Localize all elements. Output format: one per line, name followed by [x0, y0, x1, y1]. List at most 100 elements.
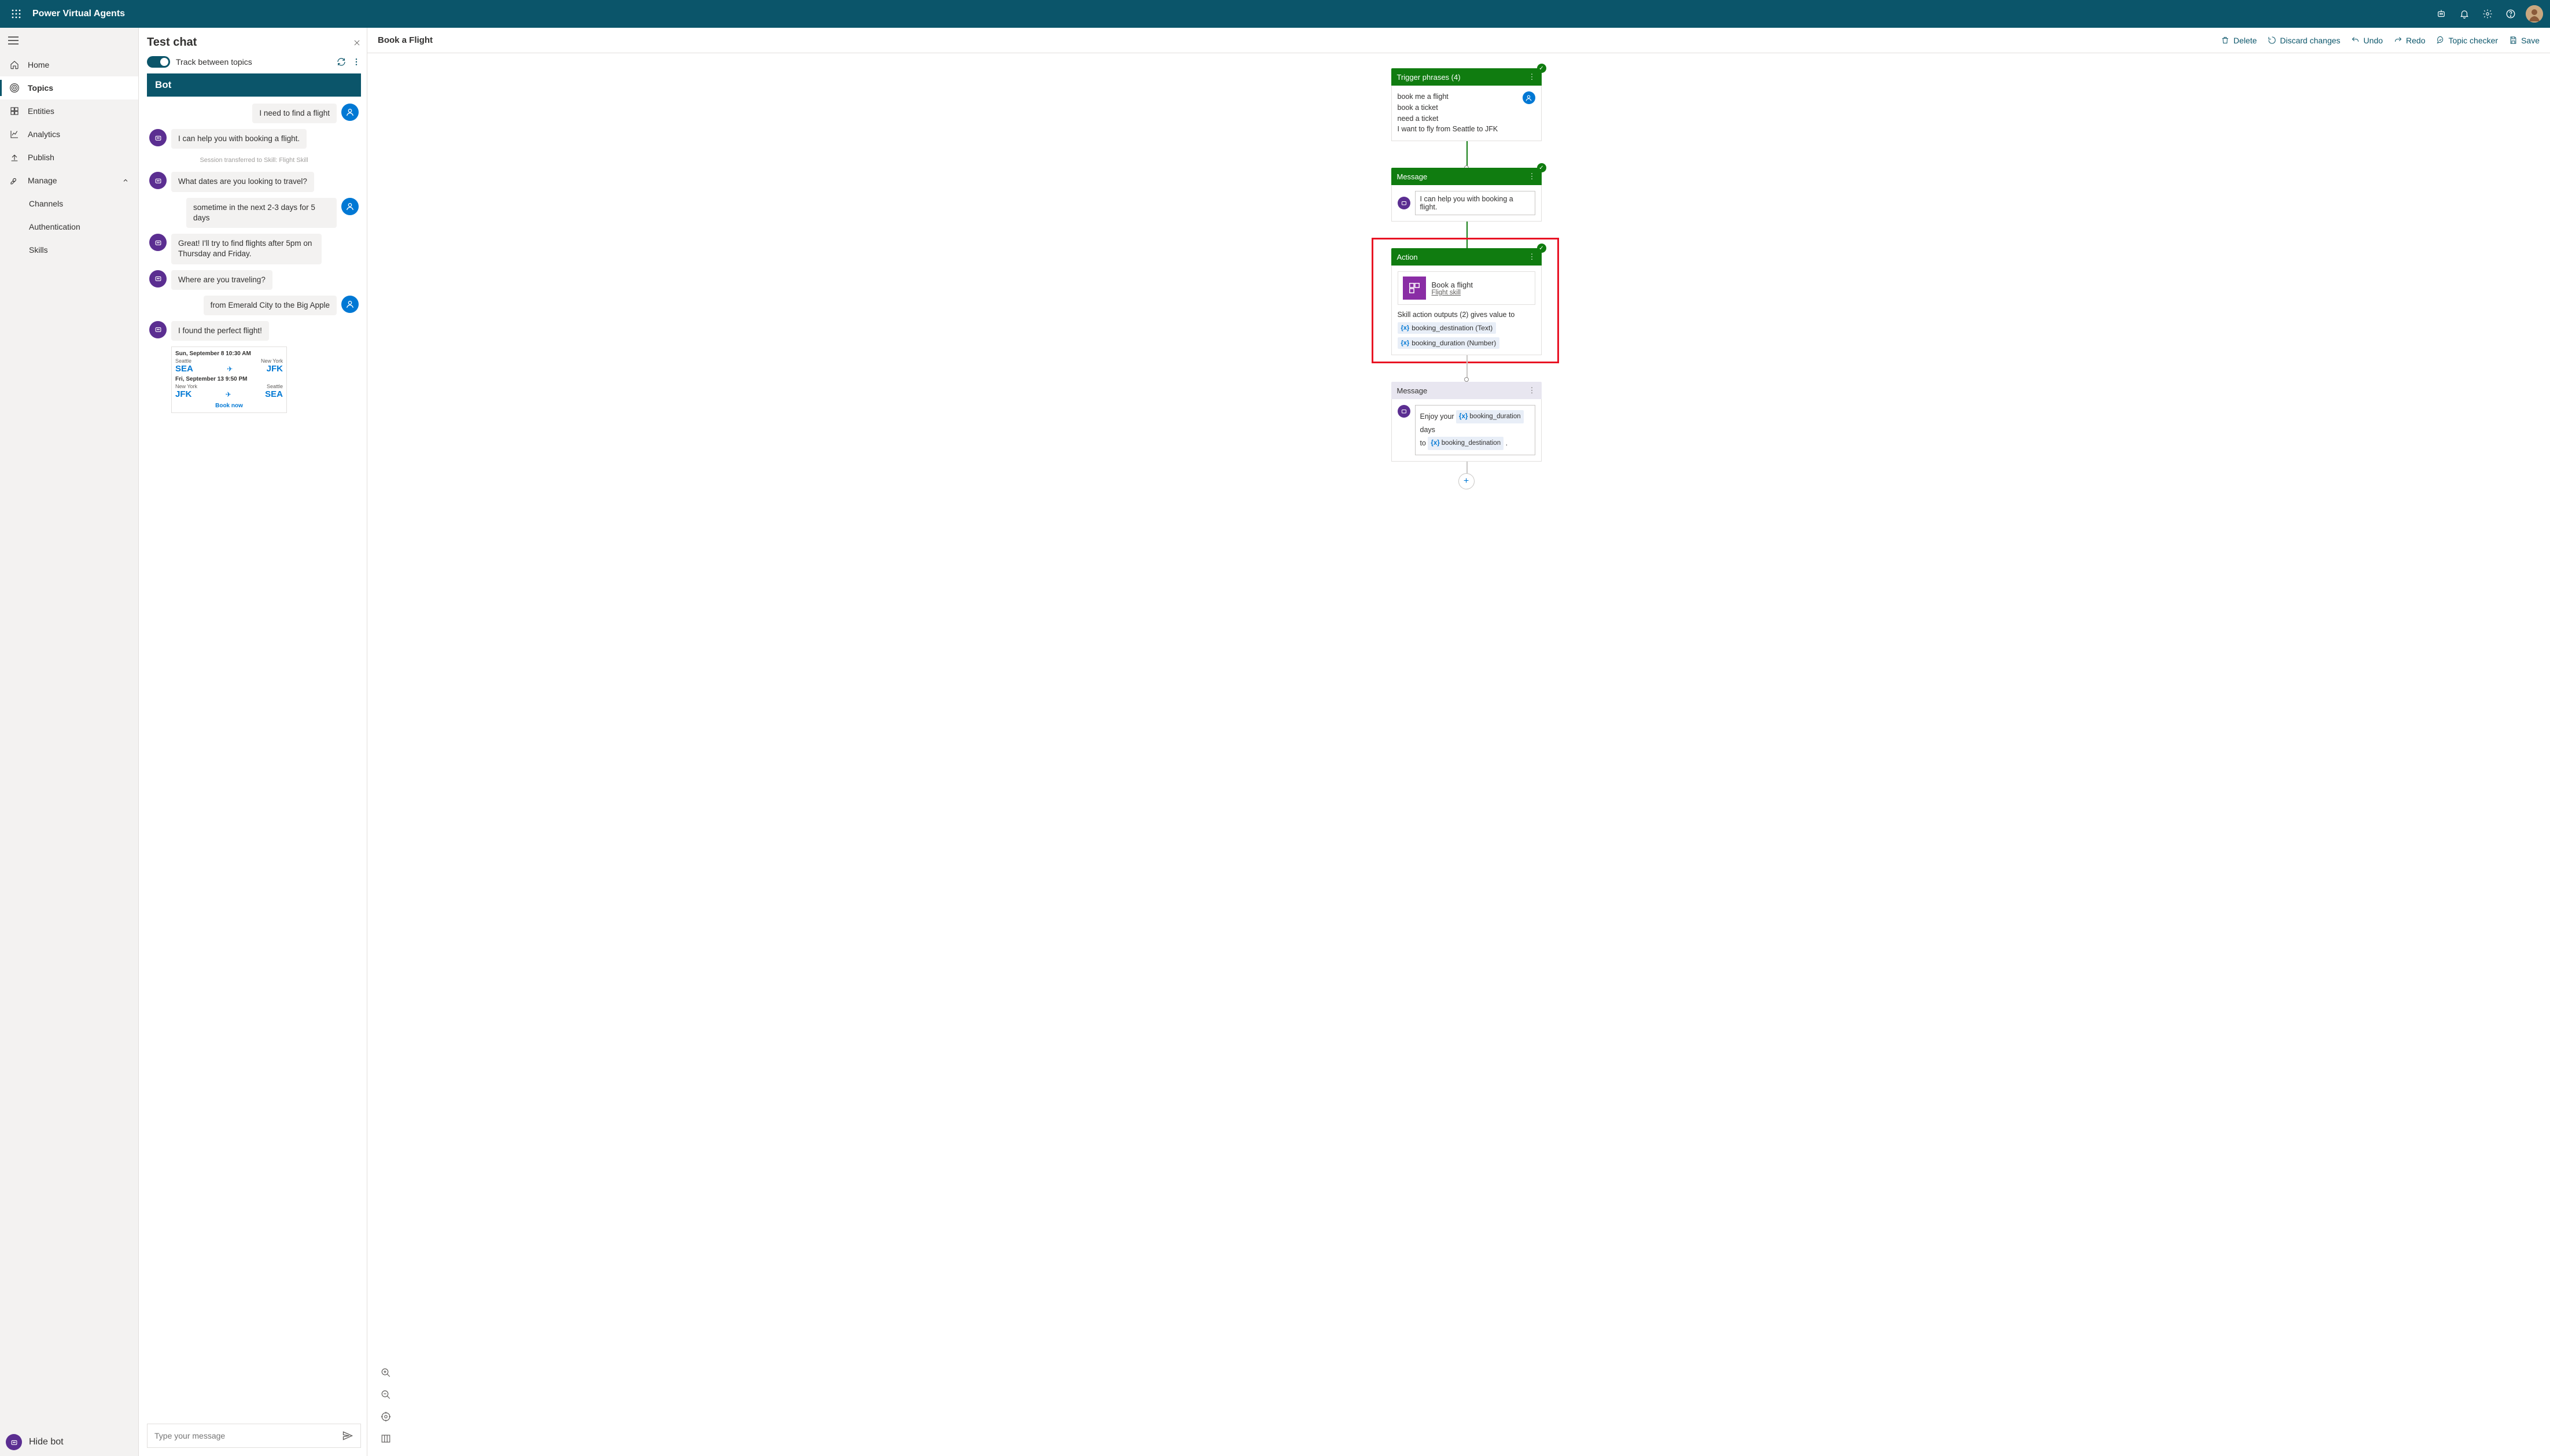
nav-publish-label: Publish [28, 153, 54, 162]
chat-message-user: from Emerald City to the Big Apple [204, 296, 337, 315]
check-icon: ✓ [1537, 163, 1546, 172]
chat-message-bot: Where are you traveling? [171, 270, 272, 290]
chat-message-bot: I found the perfect flight! [171, 321, 269, 341]
notifications-icon[interactable] [2453, 2, 2476, 25]
plane-icon: ✈ [227, 365, 233, 373]
nav-topics[interactable]: Topics [0, 76, 138, 99]
bot-badge-icon [1398, 405, 1410, 418]
top-bar: Power Virtual Agents [0, 0, 2550, 28]
user-avatar[interactable] [2526, 5, 2543, 23]
node-more-icon[interactable]: ⋮ [1528, 172, 1536, 181]
topic-checker-button[interactable]: Topic checker [2435, 36, 2498, 45]
bot-avatar-icon [149, 270, 167, 287]
zoom-out-icon[interactable] [380, 1389, 392, 1400]
chat-body: I need to find a flight I can help you w… [147, 97, 361, 1420]
node-more-icon[interactable]: ⋮ [1528, 386, 1536, 395]
trigger-phrase: book a ticket [1398, 102, 1535, 113]
nav-manage[interactable]: Manage [0, 169, 138, 192]
authoring-canvas-wrap: Book a Flight Delete Discard changes Und… [367, 28, 2550, 1456]
undo-icon [2351, 36, 2360, 45]
zoom-in-icon[interactable] [380, 1367, 392, 1378]
variable-chip[interactable]: {x}booking_duration [1456, 410, 1524, 423]
track-topics-toggle[interactable] [147, 56, 170, 68]
plane-icon: ✈ [226, 390, 231, 399]
bot-icon[interactable] [2430, 2, 2453, 25]
chat-more-icon[interactable] [352, 57, 361, 67]
analytics-icon [9, 129, 20, 139]
save-icon [2508, 36, 2518, 45]
skill-icon [1403, 277, 1426, 300]
nav-analytics-label: Analytics [28, 130, 60, 139]
trash-icon [2221, 36, 2230, 45]
fit-icon[interactable] [380, 1411, 392, 1422]
message-node[interactable]: Message⋮ Enjoy your {x}booking_duration … [1391, 382, 1542, 462]
message-text[interactable]: Enjoy your {x}booking_duration days to {… [1415, 405, 1535, 455]
action-node[interactable]: ✓ Action⋮ Book a flight Flight skill Ski… [1391, 248, 1542, 355]
save-button[interactable]: Save [2508, 36, 2540, 45]
bot-avatar-icon [149, 172, 167, 189]
check-icon: ✓ [1537, 244, 1546, 253]
nav-entities-label: Entities [28, 106, 54, 116]
message-text[interactable]: I can help you with booking a flight. [1415, 191, 1535, 215]
bot-avatar-icon [149, 321, 167, 338]
user-avatar-icon [341, 104, 359, 121]
variable-chip[interactable]: {x}booking_destination [1428, 437, 1504, 450]
chat-input-wrap [147, 1424, 361, 1448]
outputs-label: Skill action outputs (2) gives value to [1398, 311, 1535, 319]
check-icon: ✓ [1537, 64, 1546, 73]
hide-bot-button[interactable]: Hide bot [0, 1428, 138, 1456]
settings-icon[interactable] [2476, 2, 2499, 25]
send-icon[interactable] [342, 1430, 353, 1442]
refresh-chat-icon[interactable] [337, 57, 346, 67]
delete-button[interactable]: Delete [2221, 36, 2257, 45]
nav-publish[interactable]: Publish [0, 146, 138, 169]
nav-home-label: Home [28, 60, 49, 69]
bot-badge-icon [6, 1434, 22, 1450]
skill-link[interactable]: Flight skill [1432, 289, 1473, 296]
nav-entities[interactable]: Entities [0, 99, 138, 123]
bot-title-bar: Bot [147, 73, 361, 97]
test-chat-title: Test chat [147, 36, 197, 49]
zoom-controls [380, 1367, 392, 1444]
hide-bot-label: Hide bot [29, 1437, 64, 1447]
nav-home[interactable]: Home [0, 53, 138, 76]
nav-skills[interactable]: Skills [0, 238, 138, 261]
person-icon [1523, 91, 1535, 104]
node-more-icon[interactable]: ⋮ [1528, 252, 1536, 261]
chat-input[interactable] [154, 1431, 342, 1440]
canvas[interactable]: ✓ Trigger phrases (4)⋮ book me a flight … [367, 53, 2550, 1456]
test-chat-panel: Test chat Track between topics Bot I nee… [139, 28, 367, 1456]
topics-icon [9, 83, 20, 93]
message-node[interactable]: ✓ Message⋮ I can help you with booking a… [1391, 168, 1542, 222]
node-more-icon[interactable]: ⋮ [1528, 72, 1536, 82]
variable-chip[interactable]: {x}booking_duration (Number) [1398, 337, 1500, 349]
nav-topics-label: Topics [28, 83, 53, 93]
topic-title: Book a Flight [378, 35, 433, 45]
close-chat-icon[interactable] [353, 39, 361, 47]
nav-channels[interactable]: Channels [0, 192, 138, 215]
chat-message-bot: Great! I'll try to find flights after 5p… [171, 234, 322, 264]
undo-button[interactable]: Undo [2351, 36, 2383, 45]
add-node-button[interactable]: + [1458, 473, 1475, 489]
hamburger-icon[interactable] [0, 28, 138, 53]
redo-button[interactable]: Redo [2393, 36, 2425, 45]
skill-name: Book a flight [1432, 281, 1473, 289]
flight-card[interactable]: Sun, September 8 10:30 AM SeattleNew Yor… [171, 347, 287, 413]
trigger-phrase: I want to fly from Seattle to JFK [1398, 124, 1535, 135]
checker-icon [2435, 36, 2445, 45]
left-nav: Home Topics Entities Analytics Publish M… [0, 28, 139, 1456]
nav-authentication[interactable]: Authentication [0, 215, 138, 238]
nav-analytics[interactable]: Analytics [0, 123, 138, 146]
app-launcher-icon[interactable] [7, 5, 25, 23]
discard-button[interactable]: Discard changes [2267, 36, 2340, 45]
chat-message-bot: What dates are you looking to travel? [171, 172, 314, 191]
app-title: Power Virtual Agents [32, 9, 125, 19]
chevron-up-icon [122, 177, 129, 184]
minimap-icon[interactable] [380, 1433, 392, 1444]
help-icon[interactable] [2499, 2, 2522, 25]
track-topics-label: Track between topics [176, 57, 252, 67]
book-now-link[interactable]: Book now [175, 403, 283, 409]
bot-badge-icon [1398, 197, 1410, 209]
trigger-node[interactable]: ✓ Trigger phrases (4)⋮ book me a flight … [1391, 68, 1542, 141]
variable-chip[interactable]: {x}booking_destination (Text) [1398, 322, 1497, 334]
